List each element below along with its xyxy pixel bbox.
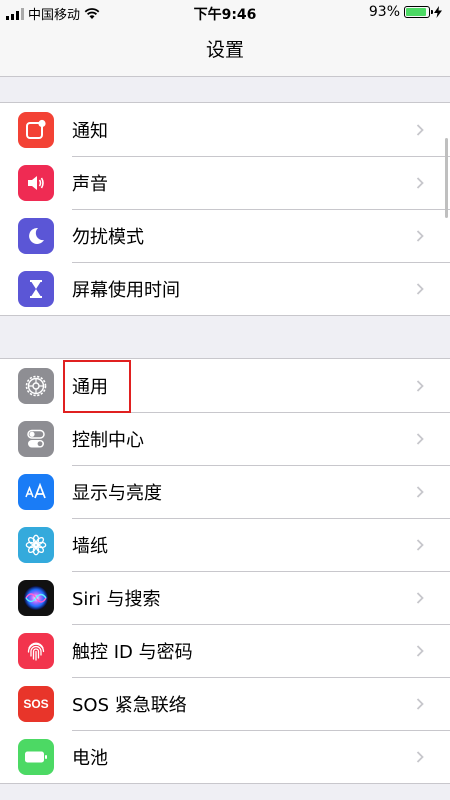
page-title: 设置	[205, 39, 244, 61]
chevron-right-icon	[416, 750, 424, 763]
settings-row-touch-id-passcode[interactable]: 触控 ID 与密码	[0, 624, 450, 677]
chevron-right-icon	[416, 538, 424, 551]
row-label: Siri 与搜索	[72, 588, 161, 610]
siri-icon	[18, 579, 54, 616]
battery-fill	[406, 8, 427, 16]
chevron-right-icon	[416, 176, 424, 189]
flower-icon	[18, 526, 54, 563]
settings-group-1: 通知 声音 勿扰模式 屏幕使用时间	[0, 102, 450, 316]
row-label: 通用	[72, 376, 108, 398]
notification-icon	[18, 111, 54, 148]
chevron-right-icon	[416, 697, 424, 710]
row-label: 触控 ID 与密码	[72, 641, 193, 663]
chevron-right-icon	[416, 591, 424, 604]
chevron-right-icon	[416, 123, 424, 136]
settings-row-emergency-sos[interactable]: SOS SOS 紧急联络	[0, 677, 450, 730]
chevron-right-icon	[416, 432, 424, 445]
battery-icon	[18, 738, 54, 775]
status-bar: 中国移动 下午9:46 93%	[0, 0, 450, 26]
sos-icon: SOS	[18, 685, 54, 722]
chevron-right-icon	[416, 229, 424, 242]
charging-icon	[434, 6, 442, 18]
status-right: 93%	[369, 4, 442, 20]
gear-icon	[18, 367, 54, 404]
battery-icon	[404, 6, 433, 18]
toggle-icon	[18, 420, 54, 457]
text-size-icon	[18, 473, 54, 510]
sos-icon-text: SOS	[23, 696, 49, 711]
row-label: 声音	[72, 173, 108, 195]
settings-row-siri-search[interactable]: Siri 与搜索	[0, 571, 450, 624]
row-label: 通知	[72, 120, 108, 142]
row-label: SOS 紧急联络	[72, 694, 187, 716]
settings-group-2: 通用 控制中心 显示与亮度 墙纸 Siri 与搜索 触控 ID 与密码 SOS …	[0, 358, 450, 784]
fingerprint-icon	[18, 632, 54, 669]
settings-row-screen-time[interactable]: 屏幕使用时间	[0, 262, 450, 315]
navigation-bar: 设置	[0, 26, 450, 77]
moon-icon	[18, 217, 54, 254]
settings-row-control-center[interactable]: 控制中心	[0, 412, 450, 465]
row-label: 显示与亮度	[72, 482, 162, 504]
scroll-indicator[interactable]	[445, 138, 448, 218]
row-label: 电池	[72, 747, 108, 769]
settings-row-do-not-disturb[interactable]: 勿扰模式	[0, 209, 450, 262]
chevron-right-icon	[416, 485, 424, 498]
settings-row-general[interactable]: 通用	[0, 359, 450, 412]
chevron-right-icon	[416, 644, 424, 657]
row-label: 控制中心	[72, 429, 144, 451]
settings-row-sounds[interactable]: 声音	[0, 156, 450, 209]
chevron-right-icon	[416, 379, 424, 392]
settings-row-battery[interactable]: 电池	[0, 730, 450, 783]
hourglass-icon	[18, 270, 54, 307]
row-label: 勿扰模式	[72, 226, 144, 248]
settings-row-notifications[interactable]: 通知	[0, 103, 450, 156]
settings-row-wallpaper[interactable]: 墙纸	[0, 518, 450, 571]
battery-percent: 93%	[368, 4, 400, 20]
speaker-icon	[18, 164, 54, 201]
chevron-right-icon	[416, 282, 424, 295]
settings-row-display-brightness[interactable]: 显示与亮度	[0, 465, 450, 518]
row-label: 屏幕使用时间	[72, 279, 180, 301]
row-label: 墙纸	[72, 535, 108, 557]
